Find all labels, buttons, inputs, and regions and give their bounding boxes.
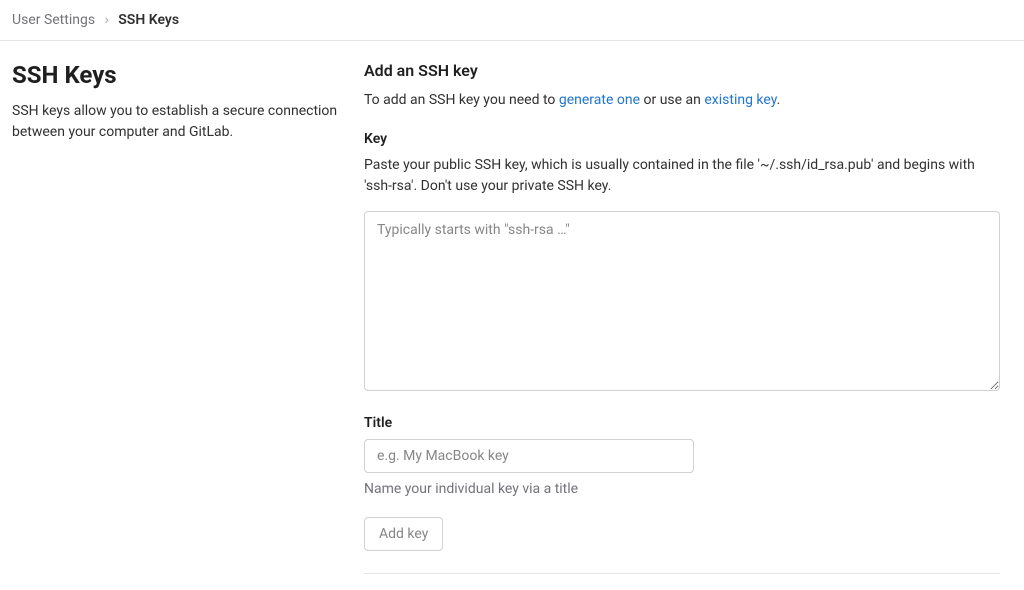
breadcrumb: User Settings › SSH Keys [0, 0, 1024, 41]
generate-key-link[interactable]: generate one [559, 92, 640, 108]
page-title: SSH Keys [12, 61, 340, 89]
breadcrumb-current: SSH Keys [118, 12, 179, 28]
instruction-text-prefix: To add an SSH key you need to [364, 92, 559, 108]
title-helper-text: Name your individual key via a title [364, 481, 1000, 497]
title-input[interactable] [364, 439, 694, 473]
instruction-text-suffix: . [777, 92, 781, 108]
instruction-text-mid: or use an [640, 92, 704, 108]
divider [364, 573, 1000, 574]
key-label: Key [364, 131, 1000, 147]
key-description: Paste your public SSH key, which is usua… [364, 155, 1000, 197]
title-label: Title [364, 415, 1000, 431]
existing-key-link[interactable]: existing key [704, 92, 776, 108]
form-column: Add an SSH key To add an SSH key you nee… [364, 61, 1012, 574]
key-textarea[interactable] [364, 211, 1000, 391]
page-description: SSH keys allow you to establish a secure… [12, 101, 340, 143]
chevron-right-icon: › [105, 12, 109, 28]
description-column: SSH Keys SSH keys allow you to establish… [12, 61, 340, 574]
breadcrumb-parent-link[interactable]: User Settings [12, 12, 95, 28]
content-area: SSH Keys SSH keys allow you to establish… [0, 41, 1024, 590]
form-instruction: To add an SSH key you need to generate o… [364, 90, 1000, 111]
form-heading: Add an SSH key [364, 61, 1000, 80]
add-key-button[interactable]: Add key [364, 517, 443, 551]
